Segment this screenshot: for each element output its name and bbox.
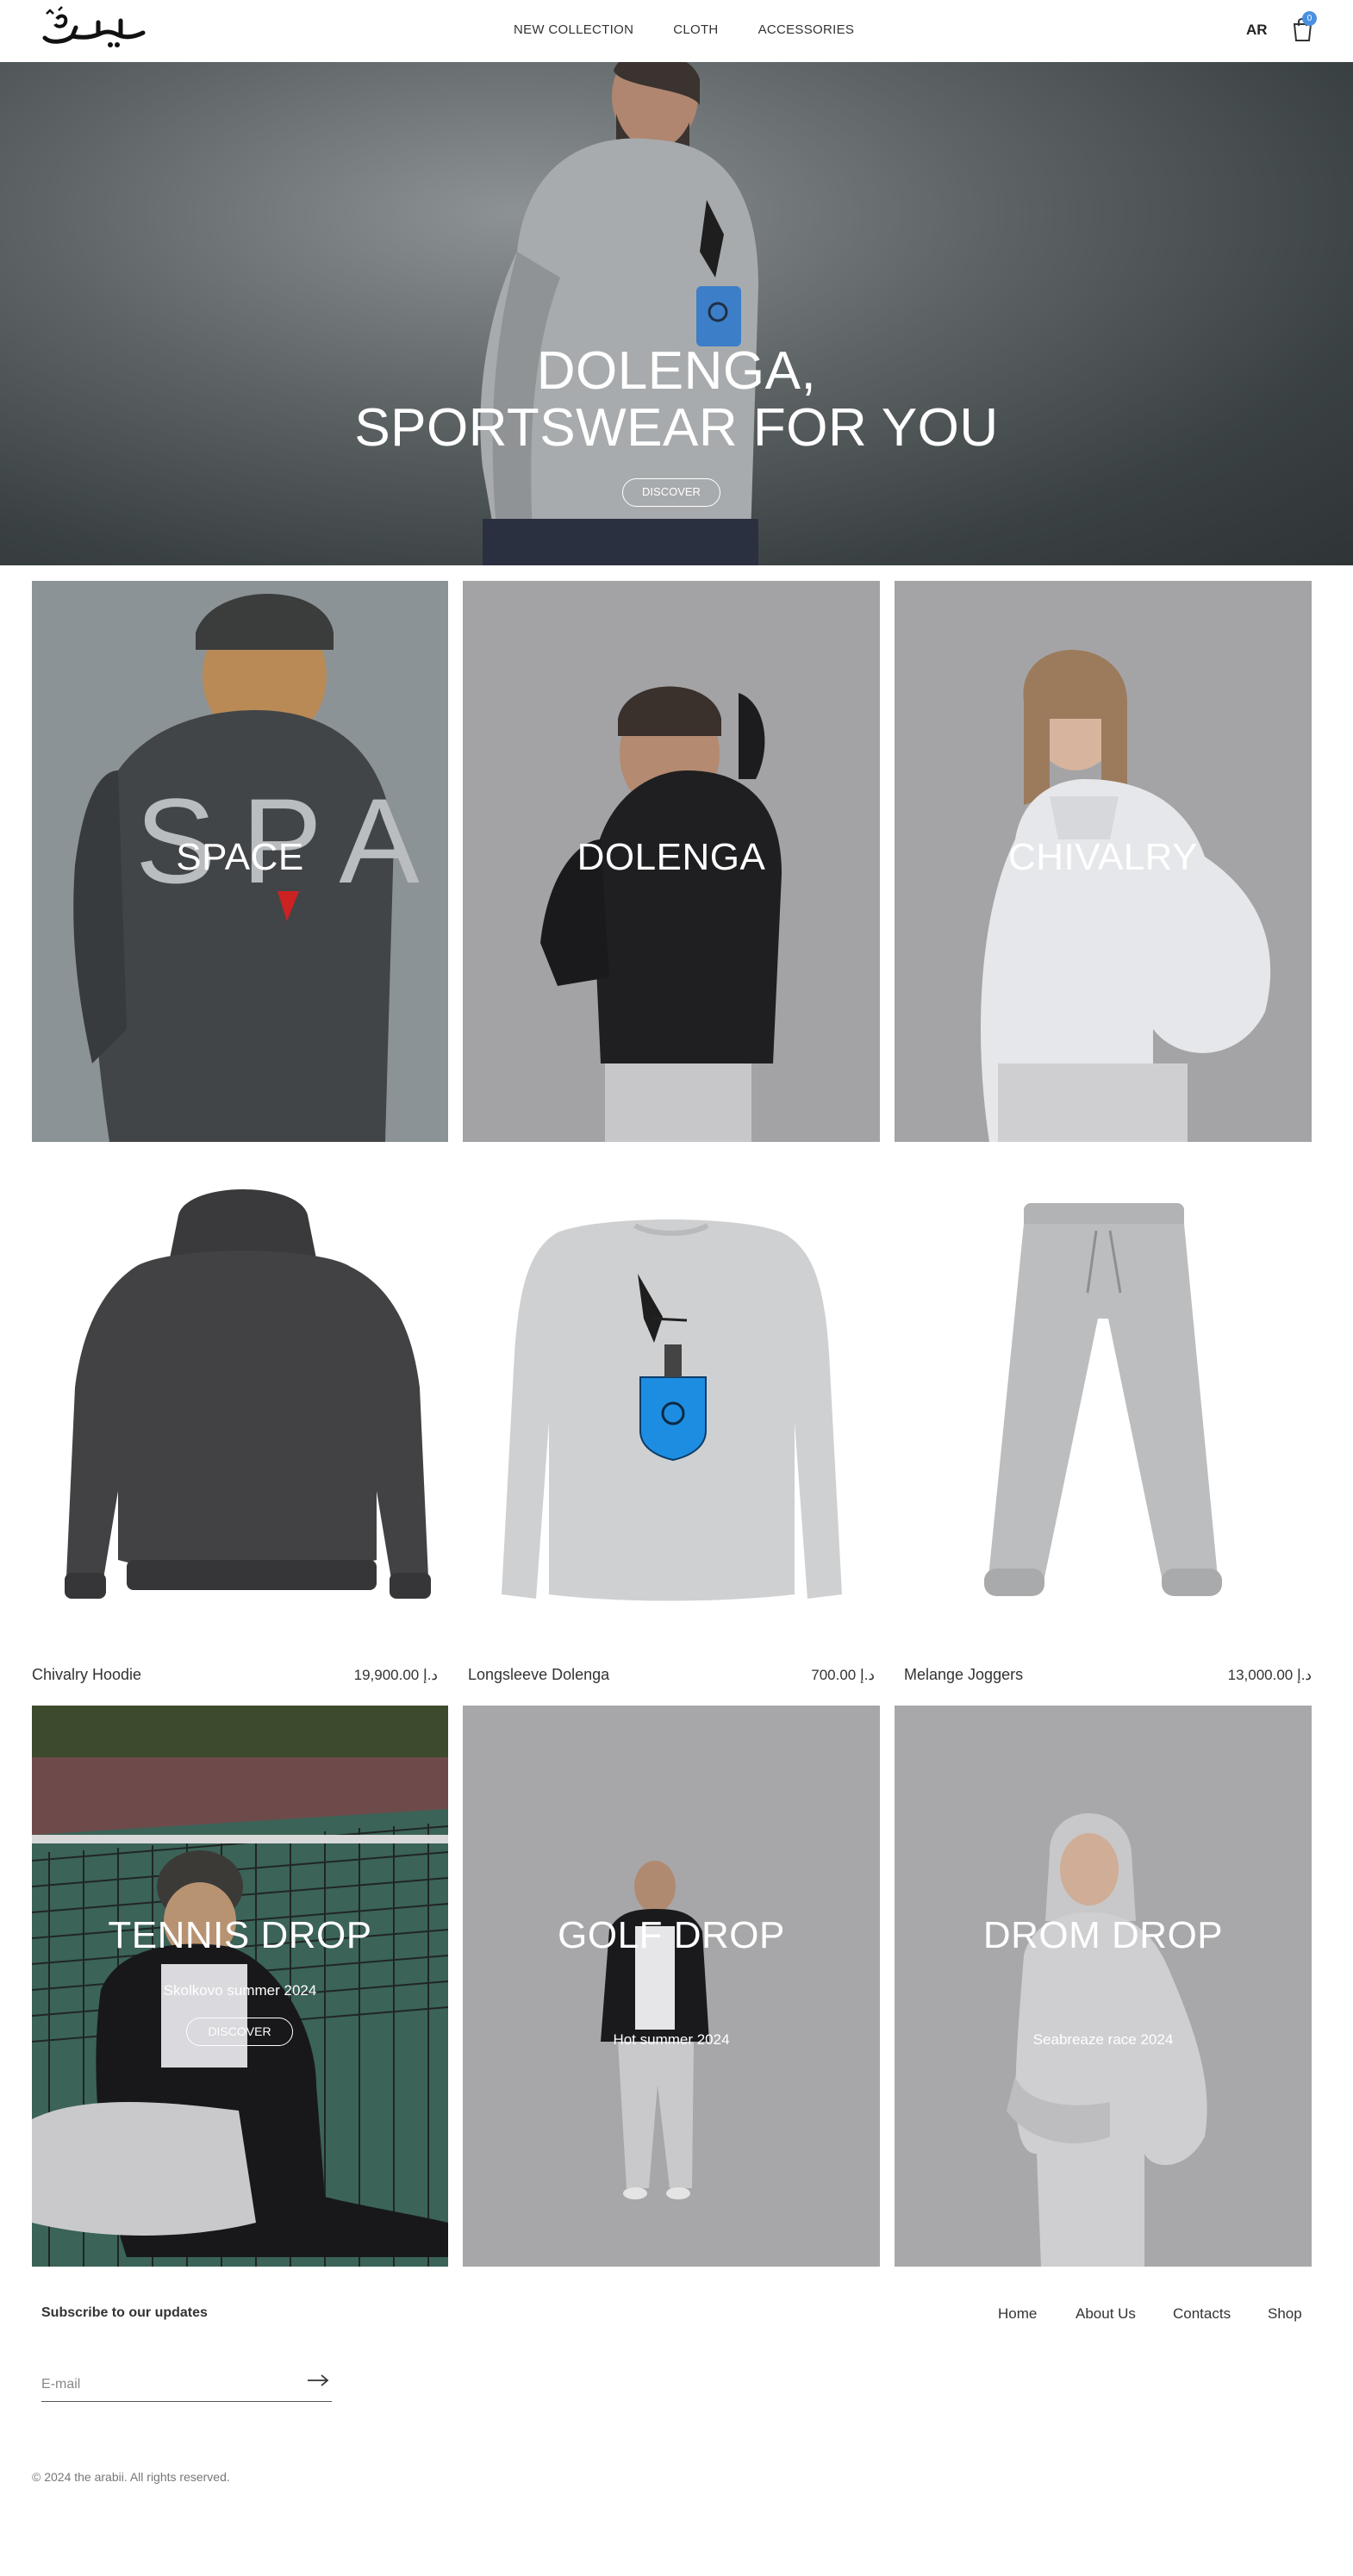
- copyright: © 2024 the arabii. All rights reserved.: [32, 2470, 230, 2484]
- hero-title-line2: SPORTSWEAR FOR YOU: [354, 398, 999, 458]
- footer-link-about[interactable]: About Us: [1076, 2305, 1136, 2323]
- tennis-discover-button[interactable]: DISCOVER: [186, 2018, 293, 2046]
- drop-title-tennis: TENNIS DROP: [108, 1914, 372, 1956]
- drop-tile-drom[interactable]: DROM DROP Seabreaze race 2024: [895, 1706, 1312, 2267]
- cart-count-badge: 0: [1302, 11, 1317, 26]
- product-name-melange-joggers[interactable]: Melange Joggers: [904, 1666, 1023, 1684]
- arrow-right-icon: [308, 2374, 329, 2386]
- hero-title-line1: DOLENGA,: [536, 341, 817, 401]
- drop-title-drom: DROM DROP: [982, 1914, 1224, 1956]
- footer-link-home[interactable]: Home: [998, 2305, 1037, 2323]
- main-nav: NEW COLLECTION CLOTH ACCESSORIES: [514, 22, 854, 37]
- product-price-melange-joggers: د.إ 13,000.00: [1227, 1667, 1312, 1683]
- drop-tile-golf[interactable]: GOLF DROP Hot summer 2024: [463, 1706, 880, 2267]
- collection-label-space: SPACE: [176, 836, 304, 878]
- collection-tile-space[interactable]: SPAC SPACE: [32, 581, 448, 1142]
- footer-link-contacts[interactable]: Contacts: [1173, 2305, 1231, 2323]
- logo[interactable]: [38, 5, 150, 55]
- product-price-longsleeve-dolenga: د.إ 700.00: [811, 1667, 875, 1683]
- drop-title-golf: GOLF DROP: [558, 1914, 785, 1956]
- product-name-longsleeve-dolenga[interactable]: Longsleeve Dolenga: [468, 1666, 609, 1684]
- collection-tile-chivalry[interactable]: CHIVALRY: [895, 581, 1312, 1142]
- nav-accessories[interactable]: ACCESSORIES: [758, 22, 855, 37]
- subscribe-submit-button[interactable]: [307, 2369, 329, 2393]
- footer-link-shop[interactable]: Shop: [1268, 2305, 1302, 2323]
- drop-subtitle-tennis: Skolkovo summer 2024: [163, 1982, 317, 1999]
- drop-subtitle-drom: Seabreaze race 2024: [1032, 2031, 1174, 2048]
- product-image-chivalry-hoodie[interactable]: [32, 1163, 448, 1646]
- product-name-chivalry-hoodie[interactable]: Chivalry Hoodie: [32, 1666, 141, 1684]
- email-input[interactable]: [41, 2367, 332, 2402]
- longsleeve-image: [502, 1219, 842, 1601]
- product-image-melange-joggers[interactable]: [895, 1163, 1312, 1646]
- hoodie-image: [65, 1189, 431, 1599]
- collection-label-chivalry: CHIVALRY: [1007, 836, 1198, 878]
- page: NEW COLLECTION CLOTH ACCESSORIES AR 0 DO…: [0, 0, 1353, 2576]
- drop-tile-tennis[interactable]: TENNIS DROP Skolkovo summer 2024 DISCOVE…: [32, 1706, 448, 2267]
- product-image-longsleeve-dolenga[interactable]: [463, 1163, 880, 1646]
- collection-tile-dolenga[interactable]: DOLENGA: [463, 581, 880, 1142]
- joggers-image: [984, 1203, 1222, 1596]
- golf-drop-image: [463, 1706, 880, 2267]
- logo-mark: [42, 6, 146, 47]
- collection-label-dolenga: DOLENGA: [577, 836, 766, 878]
- language-switch[interactable]: AR: [1246, 22, 1268, 39]
- drom-drop-image: [895, 1706, 1312, 2267]
- drop-subtitle-golf: Hot summer 2024: [613, 2031, 730, 2048]
- hero-discover-button[interactable]: DISCOVER: [622, 478, 720, 507]
- nav-cloth[interactable]: CLOTH: [673, 22, 718, 37]
- nav-new-collection[interactable]: NEW COLLECTION: [514, 22, 633, 37]
- subscribe-title: Subscribe to our updates: [41, 2305, 208, 2320]
- hero-banner: DOLENGA, SPORTSWEAR FOR YOU DISCOVER: [0, 62, 1353, 565]
- site-header: NEW COLLECTION CLOTH ACCESSORIES AR 0: [0, 0, 1353, 62]
- hero-title: DOLENGA, SPORTSWEAR FOR YOU: [0, 343, 1353, 457]
- product-price-chivalry-hoodie: د.إ 19,900.00: [353, 1667, 438, 1683]
